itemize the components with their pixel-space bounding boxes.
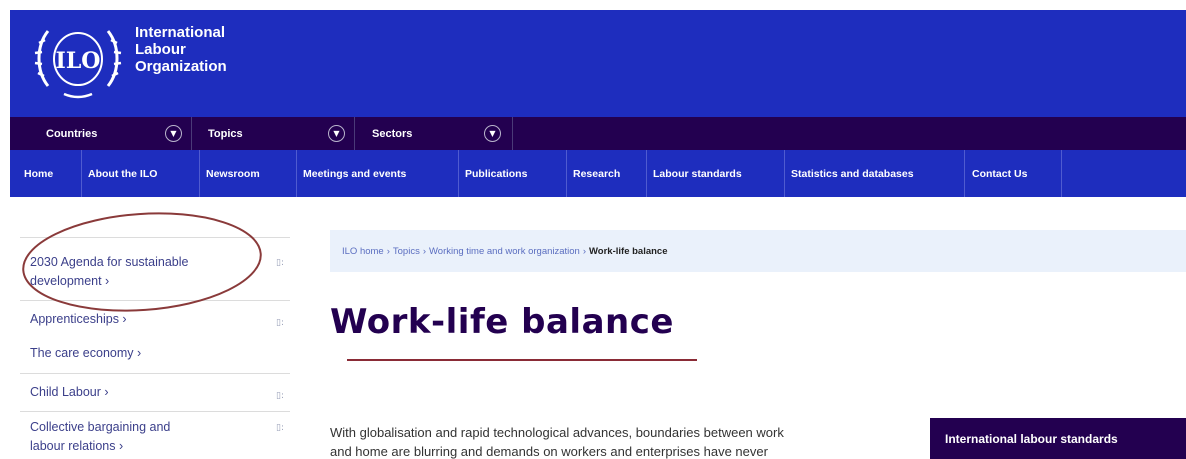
page-title: Work-life balance — [330, 302, 674, 342]
sidebar-item-label: labour relations › — [30, 439, 124, 453]
nav-meetings-events[interactable]: Meetings and events — [303, 150, 406, 197]
divider — [296, 150, 297, 197]
breadcrumb-current: Work-life balance — [589, 245, 668, 257]
nav-publications[interactable]: Publications — [465, 150, 527, 197]
ilo-logo[interactable]: ILO — [30, 16, 126, 102]
sidebar: 2030 Agenda for sustainable development … — [20, 237, 290, 459]
breadcrumb-separator: › — [386, 245, 390, 257]
divider — [1061, 150, 1062, 197]
nav-labour-standards[interactable]: Labour standards — [653, 150, 742, 197]
intro-paragraph: With globalisation and rapid technologic… — [330, 423, 915, 459]
divider — [646, 150, 647, 197]
pdf-icon[interactable]: ▯: — [276, 318, 284, 328]
breadcrumb-link[interactable]: Topics — [393, 246, 420, 257]
logo-lettering: ILO — [56, 48, 101, 74]
sidebar-item-link[interactable]: Apprenticeships › — [30, 310, 127, 329]
divider — [354, 117, 355, 150]
chevron-down-icon[interactable]: ▼ — [165, 125, 182, 142]
divider — [199, 150, 200, 197]
intro-line: and home are blurring and demands on wor… — [330, 444, 768, 459]
sidebar-item[interactable]: Apprenticeships › ▯: — [20, 300, 290, 336]
divider — [784, 150, 785, 197]
main-nav: Home About the ILO Newsroom Meetings and… — [10, 150, 1186, 197]
divider — [458, 150, 459, 197]
nav-contact-us[interactable]: Contact Us — [972, 150, 1027, 197]
org-name-line: Organization — [135, 58, 227, 75]
divider — [512, 117, 513, 150]
org-name-line: International — [135, 24, 226, 41]
breadcrumb-link[interactable]: ILO home — [342, 246, 384, 257]
sidebar-item-label: 2030 Agenda for sustainable — [30, 255, 189, 269]
divider — [964, 150, 965, 197]
sidebar-item[interactable]: Collective bargaining and labour relatio… — [20, 411, 290, 459]
breadcrumb-link[interactable]: Working time and work organization — [429, 246, 580, 257]
title-underline — [347, 359, 697, 361]
nav-topics[interactable]: Topics — [208, 117, 243, 150]
org-name-line: Labour — [135, 41, 186, 58]
intro-line: With globalisation and rapid technologic… — [330, 425, 784, 440]
nav-home[interactable]: Home — [24, 150, 53, 197]
divider — [81, 150, 82, 197]
site-header: ILO International Labour Organization — [10, 10, 1186, 117]
divider — [191, 117, 192, 150]
international-labour-standards-box[interactable]: International labour standards — [930, 418, 1186, 459]
sidebar-item-link[interactable]: 2030 Agenda for sustainable development … — [30, 253, 188, 291]
utility-nav: Countries ▼ Topics ▼ Sectors ▼ — [10, 117, 1186, 150]
organization-name[interactable]: International Labour Organization — [135, 24, 227, 75]
sidebar-item-link[interactable]: Collective bargaining and labour relatio… — [30, 418, 170, 456]
nav-countries[interactable]: Countries — [46, 117, 97, 150]
nav-about[interactable]: About the ILO — [88, 150, 157, 197]
pdf-icon[interactable]: ▯: — [276, 258, 284, 268]
pdf-icon[interactable]: ▯: — [276, 391, 284, 401]
nav-newsroom[interactable]: Newsroom — [206, 150, 260, 197]
sidebar-item-link[interactable]: Child Labour › — [30, 383, 109, 402]
pdf-icon[interactable]: ▯: — [276, 423, 284, 433]
nav-statistics-databases[interactable]: Statistics and databases — [791, 150, 914, 197]
sidebar-item[interactable]: 2030 Agenda for sustainable development … — [20, 237, 290, 300]
sidebar-item-label: development › — [30, 274, 110, 288]
sidebar-item[interactable]: The care economy › — [20, 336, 290, 373]
divider — [566, 150, 567, 197]
chevron-down-icon[interactable]: ▼ — [484, 125, 501, 142]
sidebar-item[interactable]: Child Labour › ▯: — [20, 373, 290, 411]
nav-sectors[interactable]: Sectors — [372, 117, 412, 150]
sidebar-item-label: Collective bargaining and — [30, 420, 171, 434]
sidebar-item-link[interactable]: The care economy › — [30, 344, 141, 363]
breadcrumb-separator: › — [582, 245, 587, 257]
breadcrumb-separator: › — [422, 245, 426, 257]
chevron-down-icon[interactable]: ▼ — [328, 125, 345, 142]
nav-research[interactable]: Research — [573, 150, 620, 197]
breadcrumb: ILO home › Topics › Working time and wor… — [330, 230, 1186, 272]
